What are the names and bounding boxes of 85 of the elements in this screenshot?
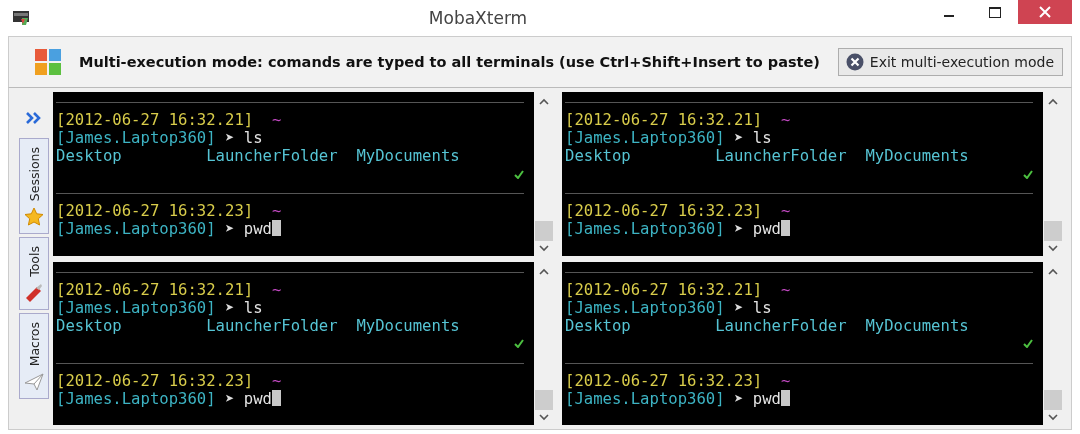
command-text: pwd [243, 220, 272, 238]
directory-text: ~ [271, 371, 282, 390]
prompt-text: [James.Laptop360] [565, 298, 725, 317]
exit-multi-execution-button[interactable]: Exit multi-execution mode [837, 48, 1063, 76]
scroll-down-icon[interactable] [539, 414, 549, 421]
close-icon [845, 53, 864, 71]
scrollbar-thumb[interactable] [535, 220, 553, 241]
command-text: ls [752, 298, 772, 317]
timestamp: [2012-06-27 16:32.21] [56, 111, 254, 129]
window-title: MobaXterm [427, 8, 529, 28]
prompt-arrow: ➤ [225, 389, 235, 408]
scroll-down-icon[interactable] [1048, 244, 1058, 252]
minimize-icon [944, 15, 954, 17]
banner-message: Multi-execution mode: comands are typed to all terminals (use Ctrl+Shift+Insert to paste) [79, 54, 821, 70]
prompt-arrow: ➤ [734, 389, 744, 408]
file-name: LauncherFolder [715, 316, 848, 335]
scroll-down-icon[interactable] [1048, 414, 1058, 421]
prompt-text: [James.Laptop360] [565, 220, 725, 238]
scroll-up-icon[interactable] [1048, 98, 1058, 105]
sidebar-tab[interactable]: Macros [19, 313, 49, 400]
file-name: Desktop [56, 316, 123, 335]
app-icon[interactable] [12, 10, 30, 26]
knife-icon [24, 283, 44, 303]
file-name: Desktop [565, 316, 632, 335]
timestamp: [2012-06-27 16:32.21] [56, 280, 254, 299]
terminal-screen[interactable]: [2012-06-27 16:32.21] ~ [James.Laptop360] ➤ ls Desktop LauncherFolder MyDocuments [2012-06-27 16:32.23] ~ [James.Laptop360] ➤ pwd [53, 261, 534, 425]
scroll-up-icon[interactable] [539, 98, 549, 105]
directory-text: ~ [271, 280, 282, 299]
command-text: ls [243, 129, 263, 147]
prompt-arrow: ➤ [225, 129, 235, 147]
close-button[interactable] [1018, 0, 1072, 24]
prompt-text: [James.Laptop360] [565, 129, 725, 147]
directory-text: ~ [780, 111, 791, 129]
file-name: LauncherFolder [206, 316, 339, 335]
sidebar-tab[interactable]: Sessions [19, 138, 49, 235]
scrollbar-thumb[interactable] [1044, 390, 1062, 410]
directory-text: ~ [780, 371, 791, 390]
scroll-up-icon[interactable] [539, 267, 549, 275]
file-name: MyDocuments [865, 147, 970, 165]
command-text: ls [243, 298, 263, 317]
timestamp: [2012-06-27 16:32.23] [565, 371, 763, 390]
prompt-text: [James.Laptop360] [56, 389, 216, 408]
directory-text: ~ [271, 111, 282, 129]
directory-text: ~ [271, 202, 282, 220]
file-name: MyDocuments [356, 316, 461, 335]
terminal-screen[interactable]: [2012-06-27 16:32.21] ~ [James.Laptop360] ➤ ls Desktop LauncherFolder MyDocuments [2012-06-27 16:32.23] ~ [James.Laptop360] ➤ pwd [562, 92, 1043, 256]
timestamp: [2012-06-27 16:32.21] [565, 111, 763, 129]
prompt-arrow: ➤ [734, 298, 744, 317]
file-name: MyDocuments [865, 316, 970, 335]
prompt-text: [James.Laptop360] [565, 389, 725, 408]
directory-text: ~ [780, 202, 791, 220]
prompt-arrow: ➤ [225, 298, 235, 317]
scrollbar-thumb[interactable] [535, 390, 553, 410]
scrollbar-thumb[interactable] [1044, 220, 1062, 241]
timestamp: [2012-06-27 16:32.21] [565, 280, 763, 299]
paper-plane-icon [24, 372, 44, 393]
scroll-down-icon[interactable] [539, 244, 549, 252]
timestamp: [2012-06-27 16:32.23] [565, 202, 763, 220]
terminal-screen[interactable]: [2012-06-27 16:32.21] ~ [James.Laptop360] ➤ ls Desktop LauncherFolder MyDocuments [2012-06-27 16:32.23] ~ [James.Laptop360] ➤ pwd [53, 92, 534, 256]
sidebar-tab[interactable]: Tools [19, 237, 49, 310]
prompt-text: [James.Laptop360] [56, 220, 216, 238]
timestamp: [2012-06-27 16:32.23] [56, 202, 254, 220]
maximize-icon [989, 6, 1001, 18]
command-text: pwd [752, 389, 781, 408]
prompt-arrow: ➤ [734, 129, 744, 147]
prompt-arrow: ➤ [734, 220, 744, 238]
close-icon [1039, 6, 1051, 18]
file-name: Desktop [565, 147, 632, 165]
command-text: pwd [243, 389, 272, 408]
star-icon [24, 207, 44, 228]
file-name: LauncherFolder [206, 147, 339, 165]
windows-icon [34, 48, 62, 76]
expand-icon[interactable] [26, 112, 42, 124]
file-name: LauncherFolder [715, 147, 848, 165]
file-name: Desktop [56, 147, 123, 165]
prompt-text: [James.Laptop360] [56, 298, 216, 317]
directory-text: ~ [780, 280, 791, 299]
prompt-text: [James.Laptop360] [56, 129, 216, 147]
terminal-screen[interactable]: [2012-06-27 16:32.21] ~ [James.Laptop360] ➤ ls Desktop LauncherFolder MyDocuments [2012-06-27 16:32.23] ~ [James.Laptop360] ➤ pwd [562, 261, 1043, 425]
prompt-arrow: ➤ [225, 220, 235, 238]
command-text: pwd [752, 220, 781, 238]
command-text: ls [752, 129, 772, 147]
timestamp: [2012-06-27 16:32.23] [56, 371, 254, 390]
scroll-up-icon[interactable] [1048, 267, 1058, 275]
file-name: MyDocuments [356, 147, 461, 165]
